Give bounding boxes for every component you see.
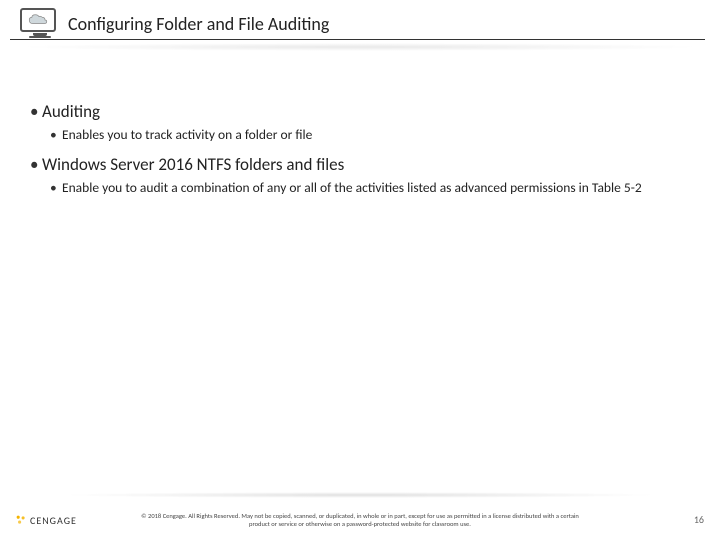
bullet-text: Auditing: [42, 101, 100, 122]
slide-footer: CENGAGE © 2018 Cengage. All Rights Reser…: [0, 492, 720, 540]
slide-body: Auditing Enables you to track activity o…: [0, 51, 720, 197]
bullet-level1: Auditing: [30, 101, 690, 122]
bullet-level2: Enable you to audit a combination of any…: [50, 179, 690, 197]
monitor-cloud-icon: [20, 8, 60, 40]
bullet-level2: Enables you to track activity on a folde…: [50, 126, 690, 144]
slide-header: Configuring Folder and File Auditing: [10, 0, 705, 40]
bullet-text: Enable you to audit a combination of any…: [62, 179, 642, 196]
page-number: 16: [694, 513, 704, 526]
copyright-text: © 2018 Cengage. All Rights Reserved. May…: [0, 512, 720, 528]
bullet-level1: Windows Server 2016 NTFS folders and fil…: [30, 154, 690, 175]
header-divider-shadow: [15, 43, 705, 51]
bullet-text: Windows Server 2016 NTFS folders and fil…: [42, 154, 344, 175]
slide-title: Configuring Folder and File Auditing: [68, 13, 329, 35]
bullet-text: Enables you to track activity on a folde…: [62, 126, 312, 143]
